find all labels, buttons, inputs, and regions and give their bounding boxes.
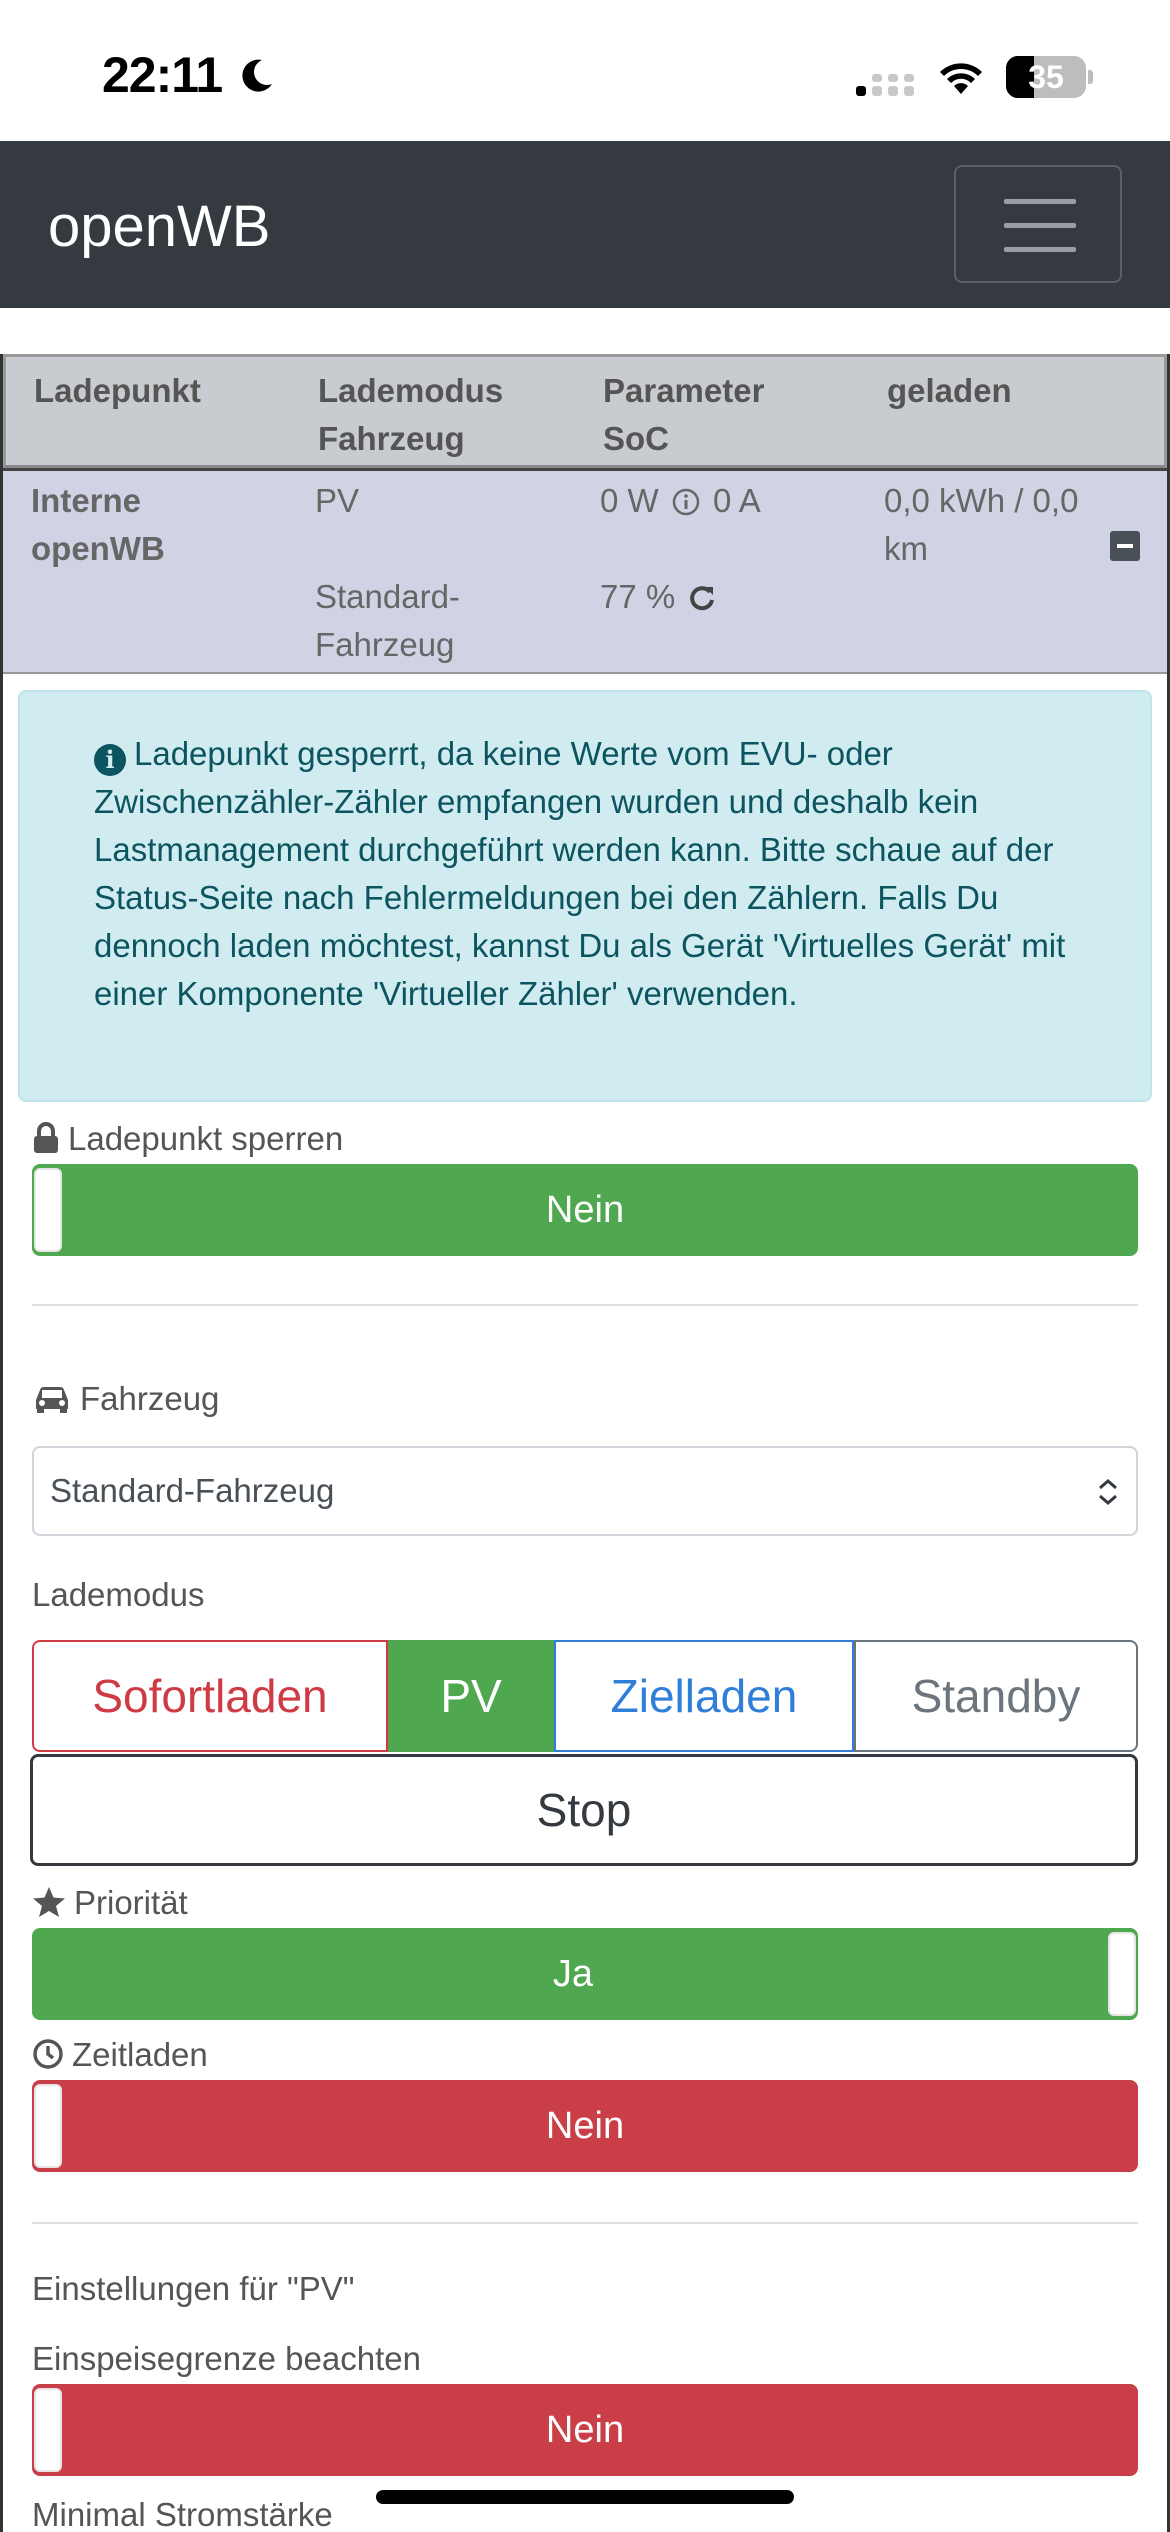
- table-header: Ladepunkt Lademodus Fahrzeug Parameter S…: [3, 354, 1167, 468]
- alert-text: i Ladepunkt gesperrt, da keine Werte vom …: [94, 735, 1066, 1012]
- refresh-icon[interactable]: [688, 584, 716, 612]
- chargepoint-name: Interne openWB: [31, 482, 165, 567]
- divider: [32, 1304, 1138, 1306]
- info-circle-icon: i: [94, 744, 126, 776]
- info-circle-icon: [672, 488, 700, 516]
- vehicle-value: Standard- Fahrzeug: [315, 578, 460, 663]
- timed-toggle[interactable]: Nein: [32, 2080, 1138, 2172]
- toggle-knob: [34, 2388, 62, 2472]
- mode-label: Lademodus: [32, 1576, 205, 1613]
- pv-settings-title: Einstellungen für "PV": [32, 2270, 355, 2307]
- lock-label: Ladepunkt sperren: [32, 1120, 343, 1158]
- divider: [32, 2222, 1138, 2224]
- charge-mode-value: PV: [315, 482, 360, 519]
- power-current-value: 0 W 0 A: [600, 482, 761, 519]
- car-icon: [36, 1386, 68, 1413]
- star-icon: [33, 1887, 65, 1917]
- home-indicator[interactable]: [376, 2490, 794, 2504]
- select-caret-icon: [1099, 1479, 1117, 1505]
- mode-sofortladen-button[interactable]: Sofortladen: [32, 1640, 388, 1752]
- priority-label: Priorität: [32, 1884, 188, 1922]
- toggle-knob: [1108, 1932, 1136, 2016]
- mode-standby-button[interactable]: Standby: [854, 1640, 1138, 1752]
- lock-toggle[interactable]: Nein: [32, 1164, 1138, 1256]
- table-row[interactable]: Interne openWB PV Standard- Fahrzeug 0 W…: [3, 468, 1167, 674]
- toggle-knob: [34, 1168, 62, 1252]
- vehicle-label: Fahrzeug: [32, 1380, 219, 1418]
- mode-stop-button[interactable]: Stop: [30, 1754, 1138, 1866]
- chargepoint-card: Ladepunkt Lademodus Fahrzeug Parameter S…: [0, 354, 1170, 2532]
- vehicle-select[interactable]: Standard-Fahrzeug: [32, 1446, 1138, 1536]
- lock-icon: [34, 1122, 58, 1153]
- navbar: openWB: [0, 141, 1170, 308]
- info-alert: i Ladepunkt gesperrt, da keine Werte vom …: [18, 690, 1152, 1102]
- status-time: 22:11: [102, 47, 223, 103]
- min-current-label: Minimal Stromstärke: [32, 2496, 333, 2532]
- charged-value: 0,0 kWh / 0,0 km: [884, 482, 1079, 567]
- brand-logo[interactable]: openWB: [48, 193, 270, 260]
- charge-mode-group: Sofortladen PV Zielladen Standby: [32, 1640, 1138, 1752]
- header-ladepunkt: Ladepunkt: [34, 372, 201, 409]
- clock-icon: [33, 2039, 63, 2069]
- header-geladen: geladen: [887, 372, 1012, 409]
- wifi-icon: [940, 63, 982, 94]
- feed-in-toggle[interactable]: Nein: [32, 2384, 1138, 2476]
- battery-percent: 35: [1028, 59, 1064, 95]
- moon-icon: [242, 59, 272, 92]
- cellular-signal-icon: [856, 74, 914, 96]
- toggle-knob: [34, 2084, 62, 2168]
- battery-icon: 35: [1006, 56, 1093, 98]
- mode-zielladen-button[interactable]: Zielladen: [554, 1640, 854, 1752]
- header-parameter-soc: Parameter SoC: [603, 372, 765, 457]
- minus-square-icon[interactable]: [1110, 531, 1140, 561]
- priority-toggle[interactable]: Ja: [32, 1928, 1138, 2020]
- soc-value: 77 %: [600, 573, 716, 621]
- mode-pv-button[interactable]: PV: [388, 1640, 554, 1752]
- status-bar: 22:11 35: [0, 0, 1170, 141]
- timed-label: Zeitladen: [32, 2036, 208, 2074]
- feed-in-label: Einspeisegrenze beachten: [32, 2340, 421, 2377]
- hamburger-menu-icon[interactable]: [954, 165, 1122, 283]
- header-lademodus-fahrzeug: Lademodus Fahrzeug: [318, 372, 504, 457]
